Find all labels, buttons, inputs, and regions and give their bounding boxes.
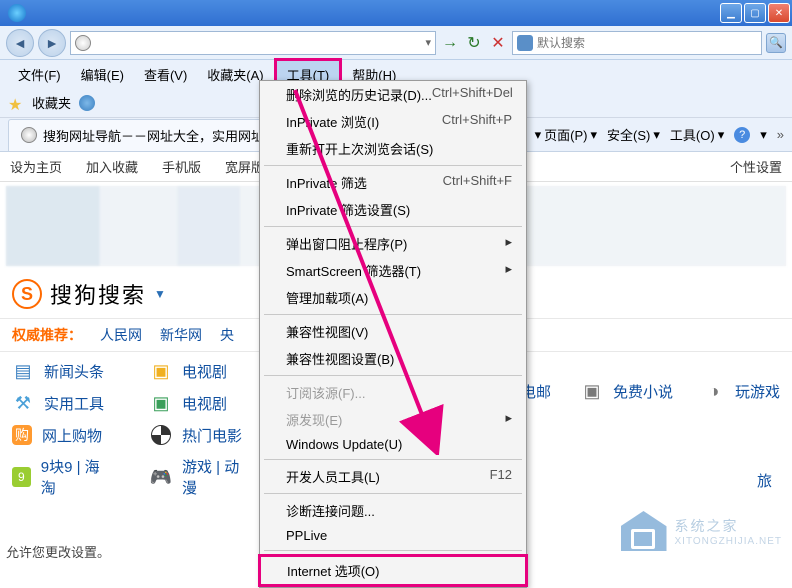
search-input[interactable]	[537, 36, 757, 50]
cat-movie[interactable]: 热门电影	[150, 424, 248, 446]
dd-separator	[264, 314, 522, 315]
cat-nine[interactable]: 99块9 | 海淘	[12, 456, 110, 498]
address-bar[interactable]: ▾	[70, 31, 436, 55]
address-dropdown-icon[interactable]: ▾	[425, 36, 431, 49]
tv-icon: ▣	[150, 360, 172, 382]
category-grid: ▤新闻头条 ▣电视剧 ⚒实用工具 ▣电视剧 购网上购物 热门电影 99块9 | …	[0, 352, 260, 506]
sogou-brand-text: 搜狗搜索	[50, 278, 146, 310]
dd-inprivate-browse[interactable]: InPrivate 浏览(I)Ctrl+Shift+P	[260, 108, 526, 135]
dd-windows-update[interactable]: Windows Update(U)	[260, 433, 526, 456]
dd-compat-view-settings[interactable]: 兼容性视图设置(B)	[260, 345, 526, 372]
dd-reopen-session[interactable]: 重新打开上次浏览会话(S)	[260, 135, 526, 162]
go-button[interactable]: →	[440, 33, 460, 53]
cat-tv[interactable]: ▣电视剧	[150, 360, 248, 382]
dd-diagnose-connection[interactable]: 诊断连接问题...	[260, 497, 526, 524]
link-travel[interactable]: 旅	[757, 470, 772, 491]
link-add-fav[interactable]: 加入收藏	[86, 157, 138, 176]
dd-separator	[264, 375, 522, 376]
shop-icon: 购	[12, 425, 32, 445]
cat-novel[interactable]: ▣免费小说	[581, 380, 673, 402]
recommend-label: 权威推荐：	[12, 325, 82, 345]
cat-tool[interactable]: ⚒实用工具	[12, 392, 110, 414]
site-icon	[75, 35, 91, 51]
forward-button[interactable]: ►	[38, 29, 66, 57]
cat-play[interactable]: ◑玩游戏	[703, 380, 780, 402]
search-go-button[interactable]: 🔍	[766, 33, 786, 53]
cat-shop[interactable]: 购网上购物	[12, 424, 110, 446]
sogou-logo-icon: S	[12, 279, 42, 309]
dd-feed-discovery[interactable]: 源发现(E)	[260, 406, 526, 433]
tv2-icon: ▣	[150, 392, 172, 414]
dd-smartscreen[interactable]: SmartScreen 筛选器(T)	[260, 257, 526, 284]
dd-delete-history[interactable]: 删除浏览的历史记录(D)...Ctrl+Shift+Del	[260, 81, 526, 108]
book-icon: ▣	[581, 380, 603, 402]
toolbutton-tools[interactable]: 工具(O)▾	[670, 125, 724, 144]
window-titlebar: ▁ ▢ ✕	[0, 0, 792, 26]
dd-separator	[264, 493, 522, 494]
back-button[interactable]: ◄	[6, 29, 34, 57]
play-icon: ◑	[703, 380, 725, 402]
menu-view[interactable]: 查看(V)	[134, 61, 197, 88]
dd-inprivate-filter[interactable]: InPrivate 筛选Ctrl+Shift+F	[260, 169, 526, 196]
recommend-link-1[interactable]: 新华网	[160, 325, 202, 345]
link-personal[interactable]: 个性设置	[730, 157, 782, 176]
sogou-dropdown-icon[interactable]: ▼	[154, 287, 166, 301]
status-bar-text: 允许您更改设置。	[6, 542, 110, 561]
stop-button[interactable]: ✕	[488, 33, 508, 53]
cat-game[interactable]: 🎮游戏 | 动漫	[150, 456, 248, 498]
cat-tv2[interactable]: ▣电视剧	[150, 392, 248, 414]
dd-inprivate-filter-settings[interactable]: InPrivate 筛选设置(S)	[260, 196, 526, 223]
cat-news[interactable]: ▤新闻头条	[12, 360, 110, 382]
help-icon[interactable]: ?	[734, 127, 750, 143]
gamepad-icon: 🎮	[150, 466, 172, 488]
search-box[interactable]	[512, 31, 762, 55]
watermark: 系统之家 XITONGZHIJIA.NET	[621, 511, 783, 551]
search-provider-icon	[517, 35, 533, 51]
tool-icon: ⚒	[12, 392, 34, 414]
dd-separator	[264, 226, 522, 227]
dd-separator	[264, 459, 522, 460]
tab-favicon	[21, 127, 37, 143]
window-close-button[interactable]: ✕	[768, 3, 790, 23]
tools-dropdown-menu: 删除浏览的历史记录(D)...Ctrl+Shift+Del InPrivate …	[259, 80, 527, 588]
dd-dev-tools[interactable]: 开发人员工具(L)F12	[260, 463, 526, 490]
link-set-home[interactable]: 设为主页	[10, 157, 62, 176]
movie-icon	[150, 424, 172, 446]
watermark-sub: XITONGZHIJIA.NET	[675, 536, 783, 547]
dd-manage-addons[interactable]: 管理加载项(A)	[260, 284, 526, 311]
news-icon: ▤	[12, 360, 34, 382]
dd-popup-blocker[interactable]: 弹出窗口阻止程序(P)	[260, 230, 526, 257]
refresh-button[interactable]: ↻	[464, 33, 484, 53]
dd-subscribe-feed[interactable]: 订阅该源(F)...	[260, 379, 526, 406]
tab-title: 搜狗网址导航－－网址大全，实用网址，尽	[43, 126, 290, 145]
recommend-link-2[interactable]: 央	[220, 325, 234, 345]
navigation-bar: ◄ ► ▾ → ↻ ✕ 🔍	[0, 26, 792, 60]
toolbutton-safety[interactable]: 安全(S)▾	[607, 125, 660, 144]
menu-edit[interactable]: 编辑(E)	[71, 61, 134, 88]
window-maximize-button[interactable]: ▢	[744, 3, 766, 23]
ie-logo-icon	[8, 4, 26, 22]
menu-file[interactable]: 文件(F)	[8, 61, 71, 88]
link-mobile[interactable]: 手机版	[162, 157, 201, 176]
window-minimize-button[interactable]: ▁	[720, 3, 742, 23]
recommend-link-0[interactable]: 人民网	[100, 325, 142, 345]
favorites-label[interactable]: 收藏夹	[32, 93, 71, 112]
favorites-star-icon[interactable]: ★	[8, 95, 24, 111]
dd-separator	[264, 165, 522, 166]
watermark-logo-icon	[621, 511, 667, 551]
favorites-union-icon[interactable]	[79, 95, 95, 111]
dd-internet-options[interactable]: Internet 选项(O)	[261, 557, 525, 584]
watermark-name: 系统之家	[675, 516, 783, 536]
dd-compat-view[interactable]: 兼容性视图(V)	[260, 318, 526, 345]
chevron-right-icon[interactable]: »	[777, 127, 784, 142]
dd-separator	[264, 550, 522, 551]
dd-pplive[interactable]: PPLive	[260, 524, 526, 547]
nine-icon: 9	[12, 467, 31, 487]
right-categories: ✉电邮 ▣免费小说 ◑玩游戏	[489, 380, 780, 402]
toolbutton-page[interactable]: ▾页面(P)▾	[535, 125, 597, 144]
